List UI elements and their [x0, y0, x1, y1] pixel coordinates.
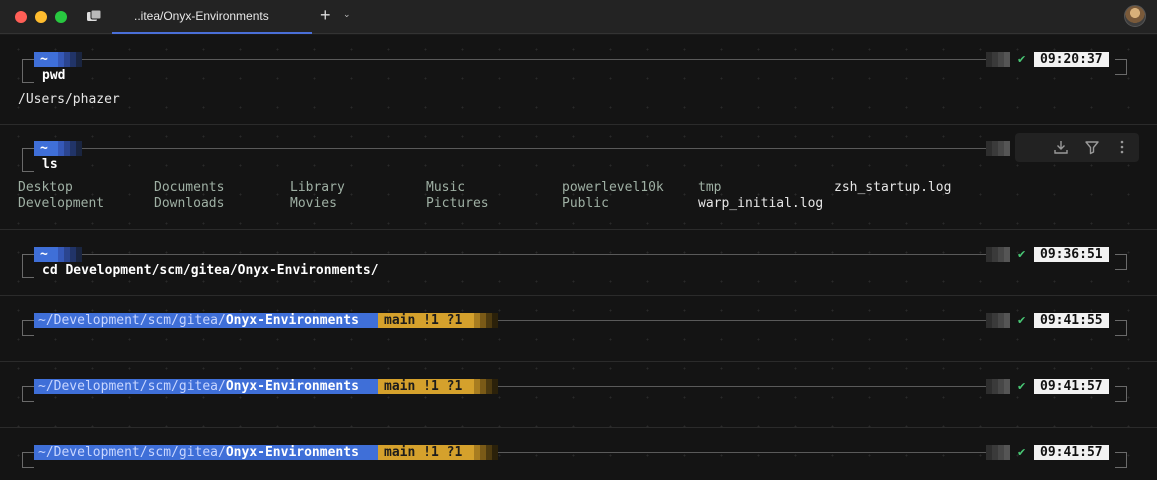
prompt-home-segment: ~	[34, 141, 58, 156]
git-fade	[474, 379, 498, 394]
filter-icon[interactable]	[1084, 139, 1100, 155]
prompt-block[interactable]: ~/Development/scm/gitea/Onyx-Environment…	[0, 296, 1157, 362]
ls-entry: tmp	[698, 180, 722, 195]
timestamp: 09:41:55	[1034, 313, 1109, 328]
command-output: /Users/phazer	[18, 92, 120, 107]
ls-entry: Documents	[154, 180, 225, 195]
ls-entry: Pictures	[426, 196, 489, 211]
command-block-pwd[interactable]: ~ ✔ 09:20:37 pwd /Users/phazer	[0, 35, 1157, 125]
block-frame-right	[1115, 452, 1127, 468]
prompt-block[interactable]: ~/Development/scm/gitea/Onyx-Environment…	[0, 362, 1157, 428]
prompt-path-segment: ~/Development/scm/gitea/Onyx-Environment…	[34, 313, 378, 328]
new-tab-button[interactable]: +	[320, 5, 331, 26]
minimize-window-button[interactable]	[35, 11, 47, 23]
prompt-fade	[58, 141, 82, 156]
block-toolbar	[1015, 133, 1139, 162]
timestamp: 09:36:51	[1034, 247, 1109, 262]
block-frame-right	[1115, 386, 1127, 402]
status-fade	[986, 141, 1010, 156]
prompt-rule	[498, 452, 986, 453]
block-frame-right	[1115, 320, 1127, 336]
command-block-ls[interactable]: ~ ls Desktop Development Documents Downl…	[0, 125, 1157, 230]
prompt-home-segment: ~	[34, 247, 58, 262]
prompt-home-segment: ~	[34, 52, 58, 67]
git-fade	[474, 445, 498, 460]
prompt-block[interactable]: ~/Development/scm/gitea/Onyx-Environment…	[0, 428, 1157, 480]
path-leaf: Onyx-Environments	[225, 445, 359, 460]
timestamp: 09:20:37	[1034, 52, 1109, 67]
tabs-overview-icon[interactable]	[86, 9, 102, 23]
ls-entry: Music	[426, 180, 466, 195]
command-block-cd[interactable]: ~ ✔ 09:36:51 cd Development/scm/gitea/On…	[0, 230, 1157, 296]
path-leaf: Onyx-Environments	[225, 379, 359, 394]
block-frame-left	[22, 254, 34, 278]
git-status-segment: main !1 ?1	[378, 379, 474, 394]
ls-entry: Public	[562, 196, 609, 211]
prompt-path-segment: ~/Development/scm/gitea/Onyx-Environment…	[34, 445, 378, 460]
prompt-rule	[498, 320, 986, 321]
command-text: cd Development/scm/gitea/Onyx-Environmen…	[42, 263, 379, 278]
ls-entry: Movies	[290, 196, 337, 211]
more-icon[interactable]	[1114, 139, 1130, 155]
git-status-segment: main !1 ?1	[378, 445, 474, 460]
status-fade	[986, 247, 1010, 262]
timestamp: 09:41:57	[1034, 379, 1109, 394]
command-text: pwd	[42, 68, 66, 83]
block-frame-right	[1115, 59, 1127, 75]
download-icon[interactable]	[1053, 139, 1069, 155]
block-frame-left	[22, 386, 34, 402]
status-fade	[986, 445, 1010, 460]
block-frame-left	[22, 452, 34, 468]
block-frame-right	[1115, 254, 1127, 270]
prompt-rule	[498, 386, 986, 387]
prompt-path-segment: ~/Development/scm/gitea/Onyx-Environment…	[34, 379, 378, 394]
success-check-icon: ✔	[1017, 446, 1027, 459]
block-frame-left	[22, 148, 34, 172]
git-status-segment: main !1 ?1	[378, 313, 474, 328]
ls-entry: Desktop	[18, 180, 73, 195]
tab-label: ..itea/Onyx-Environments	[134, 9, 269, 23]
path-leaf: Onyx-Environments	[225, 313, 359, 328]
success-check-icon: ✔	[1017, 248, 1027, 261]
status-fade	[986, 379, 1010, 394]
zoom-window-button[interactable]	[55, 11, 67, 23]
timestamp: 09:41:57	[1034, 445, 1109, 460]
prompt-fade	[58, 52, 82, 67]
avatar[interactable]	[1124, 5, 1146, 27]
command-text: ls	[42, 157, 58, 172]
ls-entry: warp_initial.log	[698, 196, 824, 211]
ls-entry: Library	[290, 180, 345, 195]
success-check-icon: ✔	[1017, 53, 1027, 66]
block-frame-left	[22, 320, 34, 336]
ls-entry: Development	[18, 196, 105, 211]
path-prefix: ~/Development/scm/gitea/	[38, 445, 226, 460]
prompt-rule	[82, 59, 986, 60]
close-window-button[interactable]	[15, 11, 27, 23]
status-fade	[986, 313, 1010, 328]
tab-onyx-environments[interactable]: ..itea/Onyx-Environments	[112, 0, 312, 34]
ls-entry: zsh_startup.log	[834, 180, 952, 195]
ls-entry: powerlevel10k	[562, 180, 664, 195]
prompt-rule	[82, 148, 986, 149]
success-check-icon: ✔	[1017, 314, 1027, 327]
title-bar: ..itea/Onyx-Environments + ⌄	[0, 0, 1157, 34]
terminal-area[interactable]: ~ ✔ 09:20:37 pwd /Users/phazer ~ ls Desk…	[0, 35, 1157, 480]
status-fade	[986, 52, 1010, 67]
block-frame-left	[22, 59, 34, 83]
prompt-fade	[58, 247, 82, 262]
path-prefix: ~/Development/scm/gitea/	[38, 379, 226, 394]
path-prefix: ~/Development/scm/gitea/	[38, 313, 226, 328]
ls-entry: Downloads	[154, 196, 225, 211]
success-check-icon: ✔	[1017, 380, 1027, 393]
prompt-rule	[82, 254, 986, 255]
chevron-down-icon[interactable]: ⌄	[343, 10, 351, 20]
git-fade	[474, 313, 498, 328]
